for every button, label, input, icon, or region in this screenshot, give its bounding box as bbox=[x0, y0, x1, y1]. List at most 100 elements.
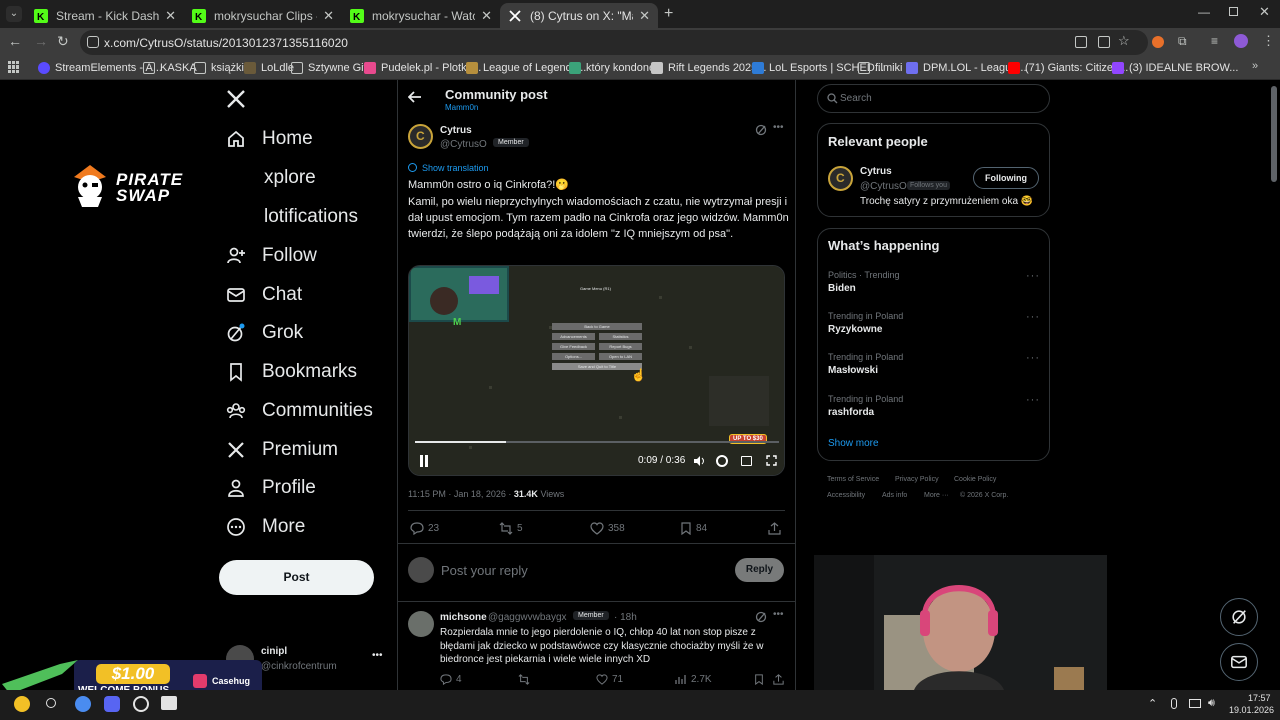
person-handle[interactable]: @CytrusO bbox=[860, 181, 907, 192]
comment-share-action[interactable] bbox=[773, 674, 788, 685]
person-avatar[interactable]: C bbox=[828, 166, 853, 191]
nav-notifications[interactable]: lotifications bbox=[264, 203, 358, 231]
address-bar[interactable]: x.com/CytrusO/status/2013012371355116020 bbox=[80, 30, 1148, 55]
nav-bookmarks[interactable]: Bookmarks bbox=[226, 358, 357, 386]
comment-time[interactable]: · 18h bbox=[614, 612, 637, 623]
tray-volume-icon[interactable]: 🔊︎ bbox=[1208, 697, 1215, 710]
reply-button[interactable]: Reply bbox=[735, 558, 784, 582]
reload-icon[interactable]: ↻ bbox=[57, 33, 69, 50]
minimize-button[interactable]: — bbox=[1198, 5, 1210, 19]
show-translation-link[interactable]: Show translation bbox=[422, 163, 489, 173]
comment-reply-action[interactable]: 4 bbox=[440, 674, 462, 685]
author-name[interactable]: Cytrus bbox=[440, 125, 472, 136]
community-link[interactable]: Mamm0n bbox=[445, 103, 478, 112]
tab-search-icon[interactable]: ⌄ bbox=[6, 6, 22, 22]
trend-more-icon[interactable]: ··· bbox=[1026, 352, 1040, 364]
volume-icon[interactable] bbox=[693, 455, 705, 467]
close-window-button[interactable]: ✕ bbox=[1259, 4, 1270, 20]
trend-item[interactable]: Trending in Poland rashforda bbox=[828, 394, 903, 418]
footer-more[interactable]: More ··· bbox=[924, 492, 949, 499]
comment-repost-action[interactable] bbox=[518, 674, 534, 685]
comment-bookmark-action[interactable] bbox=[754, 674, 768, 685]
browser-tab-x-post[interactable]: (8) Cytrus on X: "Mamm0n ostr ✕ bbox=[500, 3, 658, 28]
comment-author[interactable]: michsone bbox=[440, 612, 487, 623]
grok-explain-icon[interactable] bbox=[755, 124, 767, 136]
trend-item[interactable]: Trending in Poland Ryzykowne bbox=[828, 311, 903, 335]
post-more-icon[interactable]: ••• bbox=[773, 122, 784, 133]
comment-handle[interactable]: @gaggwvwbaygx bbox=[488, 612, 567, 623]
bookmark-twitch[interactable]: (3) IDEALNE BROW... bbox=[1112, 60, 1238, 76]
nav-chat[interactable]: Chat bbox=[226, 281, 302, 309]
author-handle[interactable]: @CytrusO bbox=[440, 139, 487, 150]
bookmark-rift-legends[interactable]: Rift Legends 2025... bbox=[651, 60, 766, 76]
person-name[interactable]: Cytrus bbox=[860, 166, 892, 177]
reply-input[interactable]: Post your reply bbox=[441, 563, 528, 578]
pause-icon[interactable] bbox=[419, 455, 429, 467]
nav-profile[interactable]: Profile bbox=[226, 474, 316, 502]
bookmark-folder-filmiki[interactable]: filmiki bbox=[858, 60, 903, 76]
nav-premium[interactable]: Premium bbox=[226, 436, 338, 464]
video-player[interactable]: M Game Menu (R1) Back to Game Advancemen… bbox=[408, 265, 785, 476]
new-tab-button[interactable]: + bbox=[664, 5, 673, 23]
taskbar-discord-icon[interactable] bbox=[104, 696, 120, 712]
taskbar-time[interactable]: 17:57 bbox=[1248, 693, 1271, 703]
footer-accessibility[interactable]: Accessibility bbox=[827, 492, 865, 499]
translate-icon[interactable] bbox=[1075, 36, 1087, 48]
bookmark-folder-kaska[interactable]: KASKA bbox=[143, 60, 197, 76]
maximize-button[interactable] bbox=[1229, 7, 1238, 16]
comment-grok-icon[interactable] bbox=[755, 611, 767, 623]
reading-list-icon[interactable]: ≡ bbox=[1211, 34, 1218, 48]
footer-ads-info[interactable]: Ads info bbox=[882, 492, 907, 499]
forward-icon[interactable]: → bbox=[34, 33, 48, 49]
close-icon[interactable]: ✕ bbox=[639, 8, 650, 24]
tray-display-icon[interactable] bbox=[1189, 699, 1201, 708]
following-button[interactable]: Following bbox=[973, 167, 1039, 189]
trend-more-icon[interactable]: ··· bbox=[1026, 270, 1040, 282]
nav-explore[interactable]: xplore bbox=[264, 164, 316, 192]
profile-avatar-icon[interactable] bbox=[1234, 34, 1248, 48]
bookmark-folder-sztywne[interactable]: Sztywne Gity bbox=[291, 60, 372, 76]
nav-home[interactable]: Home bbox=[226, 125, 313, 153]
nav-communities[interactable]: Communities bbox=[226, 397, 373, 425]
extension-brave-icon[interactable] bbox=[1152, 36, 1164, 48]
footer-terms[interactable]: Terms of Service bbox=[827, 476, 879, 483]
post-button[interactable]: Post bbox=[219, 560, 374, 595]
close-icon[interactable]: ✕ bbox=[481, 8, 492, 24]
taskbar-search-icon[interactable] bbox=[46, 698, 56, 708]
taskbar-weather-icon[interactable] bbox=[14, 696, 30, 712]
bookmark-youtube[interactable]: (71) Giants: Citizen... bbox=[1008, 60, 1128, 76]
search-box[interactable]: Search bbox=[817, 84, 1050, 113]
site-info-icon[interactable] bbox=[87, 36, 99, 48]
share-action[interactable] bbox=[768, 522, 785, 535]
nav-grok[interactable]: Grok bbox=[226, 319, 303, 347]
browser-tab-vod[interactable]: K mokrysuchar - Watch the VOD ✕ bbox=[342, 3, 500, 28]
show-more-link[interactable]: Show more bbox=[828, 438, 879, 449]
trend-item[interactable]: Politics · Trending Biden bbox=[828, 270, 900, 294]
trend-item[interactable]: Trending in Poland Masłowski bbox=[828, 352, 903, 376]
star-icon[interactable]: ☆ bbox=[1118, 33, 1130, 49]
bookmark-action[interactable]: 84 bbox=[680, 522, 707, 535]
browser-tab-clips[interactable]: K mokrysuchar Clips - Watch Live ✕ bbox=[184, 3, 342, 28]
like-action[interactable]: 358 bbox=[590, 522, 625, 535]
trend-more-icon[interactable]: ··· bbox=[1026, 394, 1040, 406]
pip-icon[interactable] bbox=[741, 456, 752, 466]
taskbar-files-icon[interactable] bbox=[161, 696, 177, 710]
back-arrow-icon[interactable] bbox=[408, 90, 422, 104]
taskbar-chrome-icon[interactable] bbox=[75, 696, 91, 712]
extensions-icon[interactable]: ⧉ bbox=[1178, 34, 1187, 49]
apps-icon[interactable] bbox=[8, 61, 20, 73]
settings-gear-icon[interactable] bbox=[716, 455, 728, 467]
menu-icon[interactable]: ⋮ bbox=[1262, 33, 1275, 49]
taskbar-date[interactable]: 19.01.2026 bbox=[1229, 705, 1274, 715]
author-avatar[interactable]: C bbox=[408, 124, 433, 149]
taskbar-obs-icon[interactable] bbox=[133, 696, 149, 712]
bookmark-folder-ksiazki[interactable]: książki bbox=[194, 60, 244, 76]
bookmark-kondonek[interactable]: który kondonek bbox=[569, 60, 661, 76]
tray-mic-icon[interactable] bbox=[1171, 698, 1177, 709]
comment-views-action[interactable]: 2.7K bbox=[675, 674, 712, 685]
nav-more[interactable]: More bbox=[226, 513, 305, 541]
comment-like-action[interactable]: 71 bbox=[596, 674, 623, 685]
x-logo-icon[interactable] bbox=[226, 89, 246, 109]
post-timestamp[interactable]: 11:15 PM · Jan 18, 2026 · bbox=[408, 489, 514, 499]
comment-avatar[interactable] bbox=[408, 611, 434, 637]
